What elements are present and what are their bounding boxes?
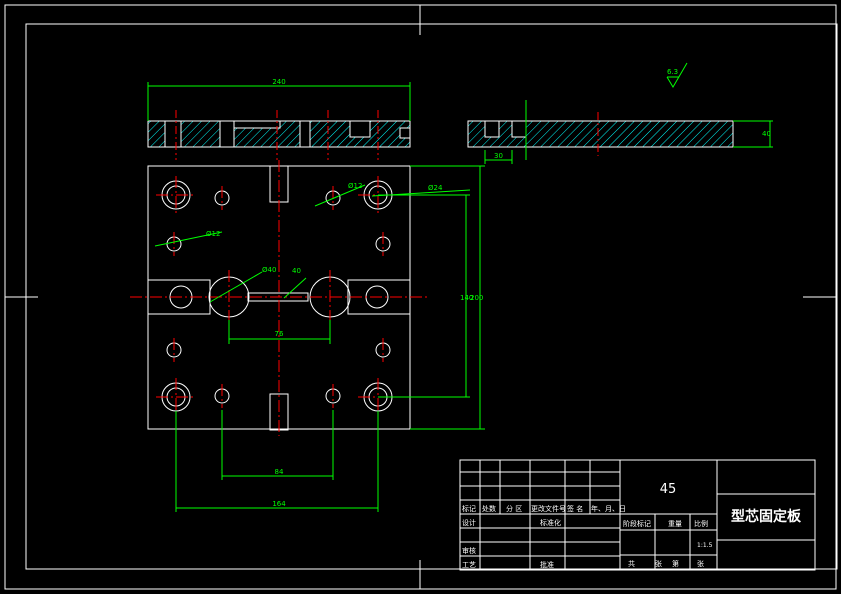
header-date: 年、月、日 [591, 504, 626, 513]
sheets-label: 张 [655, 559, 662, 568]
header-count: 处数 [482, 504, 496, 513]
top-width-label: 240 [272, 78, 285, 86]
top-width-dimension [147, 82, 411, 121]
roughness-label: 6.3 [667, 68, 678, 76]
side-height-label: 40 [762, 130, 771, 138]
side-view [467, 100, 734, 160]
plan-dimensions [154, 165, 485, 512]
weight-label: 重量 [668, 520, 682, 528]
row-design: 设计 [462, 518, 476, 527]
dia-center-label: Ø40 [262, 266, 276, 274]
header-mark: 标记 [462, 504, 476, 513]
bottom-inner-label: 84 [275, 468, 284, 476]
dia-small-label: Ø12 [348, 182, 362, 190]
right-height-outer-label: 200 [470, 294, 483, 302]
part-name-label: 型芯固定板 [731, 508, 802, 525]
sheets-total: 共 [628, 559, 635, 568]
dia-large-label: Ø24 [428, 184, 443, 192]
row-approve: 批准 [540, 560, 554, 569]
header-zone: 分 区 [506, 504, 522, 513]
scale-label: 比例 [694, 519, 708, 528]
side-offset-label: 30 [494, 152, 503, 160]
stage-mark: 阶段标记 [623, 519, 651, 528]
header-signature: 签 名 [567, 504, 583, 513]
material-label: 45 [660, 482, 677, 497]
row-review: 审核 [462, 546, 476, 555]
top-section-view [147, 110, 411, 160]
row-process: 工艺 [462, 561, 476, 569]
scale-value: 1:1.5 [697, 542, 713, 549]
cad-drawing: 240 40 30 6.3 140 200 84 164 76 Ø24 Ø12 … [4, 4, 838, 590]
dia-left-label: Ø12 [206, 230, 220, 238]
bottom-outer-label: 164 [272, 500, 286, 508]
center-span-label: 76 [275, 330, 284, 338]
sheet-no: 第 [672, 559, 679, 568]
header-change-doc: 更改文件号 [531, 504, 566, 513]
sheet-unit: 张 [697, 559, 704, 568]
small-label: 40 [292, 267, 301, 275]
row-standard: 标准化 [540, 518, 561, 527]
